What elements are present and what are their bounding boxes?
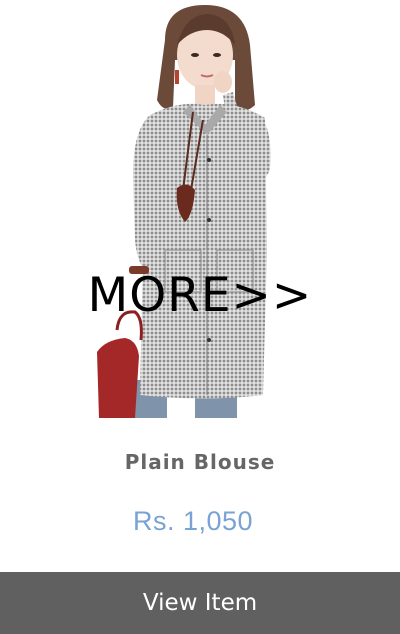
product-price: Rs. 1,050 (132, 506, 254, 536)
product-card: MORE>> Plain Blouse Rs. 1,050 View Item (0, 0, 400, 634)
more-link[interactable]: MORE>> (0, 268, 400, 324)
product-name: Plain Blouse (124, 450, 276, 474)
product-image[interactable] (95, 0, 305, 418)
model-photo (97, 5, 271, 418)
view-item-button[interactable]: View Item (0, 572, 400, 634)
